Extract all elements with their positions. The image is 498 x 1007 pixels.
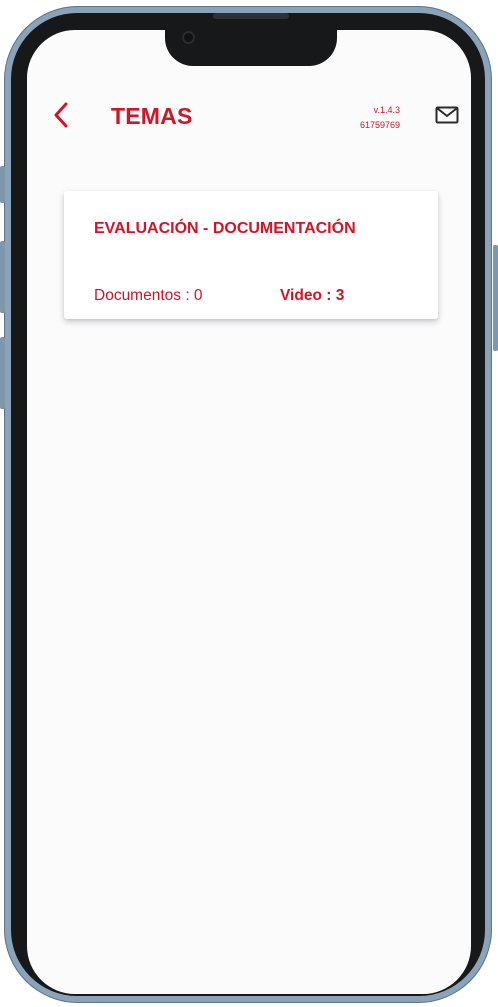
phone-power-button <box>493 245 498 351</box>
version-label: v.1.4.3 <box>373 105 400 115</box>
mail-icon[interactable] <box>435 106 459 124</box>
topic-title: EVALUACIÓN - DOCUMENTACIÓN <box>94 220 356 237</box>
version-info: v.1.4.3 61759769 <box>340 103 400 133</box>
app-screen <box>27 30 471 994</box>
chevron-left-icon[interactable] <box>49 101 73 129</box>
build-number: 61759769 <box>359 120 400 130</box>
phone-action-button <box>0 166 5 203</box>
topic-card[interactable]: EVALUACIÓN - DOCUMENTACIÓN Documentos : … <box>64 191 438 319</box>
device-screenshot: TEMAS v.1.4.3 61759769 EVALUACIÓN - DOCU… <box>0 0 498 1007</box>
phone-volume-up-button <box>0 241 5 313</box>
phone-speaker <box>213 13 289 19</box>
page-title: TEMAS <box>111 103 193 129</box>
phone-volume-down-button <box>0 337 5 409</box>
camera-icon <box>182 31 195 44</box>
video-count: Video : 3 <box>280 287 345 304</box>
documents-count: Documentos : 0 <box>94 287 203 304</box>
